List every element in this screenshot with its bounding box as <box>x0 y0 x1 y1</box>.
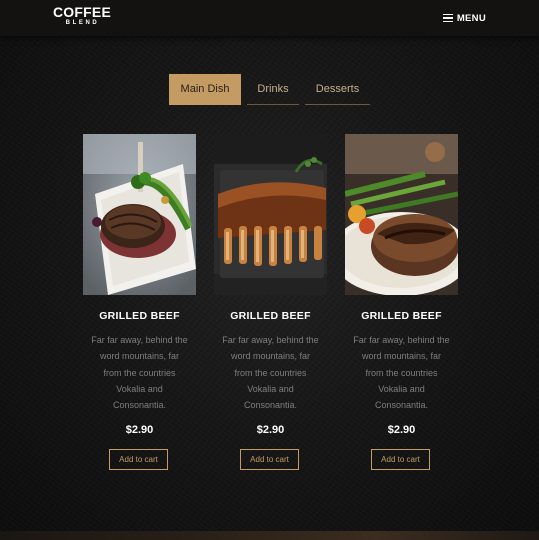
description-line: Far far away, behind the <box>91 335 188 345</box>
product-title: GRILLED BEEF <box>230 310 311 322</box>
tab-desserts[interactable]: Desserts <box>305 74 370 105</box>
description-line: from the countries <box>103 367 176 378</box>
product-card: GRILLED BEEF Far far away, behind the wo… <box>345 134 458 474</box>
product-description: Far far away, behind the word mountains,… <box>339 332 464 413</box>
product-price: $2.90 <box>125 424 154 436</box>
product-description: Far far away, behind the word mountains,… <box>77 332 202 413</box>
steak-plate-image <box>83 134 196 295</box>
add-to-cart-button[interactable]: Add to cart <box>109 449 168 470</box>
product-image[interactable] <box>214 134 327 295</box>
description-line: from the countries <box>234 367 307 378</box>
product-image[interactable] <box>345 134 458 295</box>
add-to-cart-button[interactable]: Add to cart <box>371 449 430 470</box>
description-line: Far far away, behind the <box>222 335 319 345</box>
menu-label: MENU <box>456 12 486 24</box>
product-title: GRILLED BEEF <box>99 310 180 322</box>
product-card: GRILLED BEEF Far far away, behind the wo… <box>214 134 327 474</box>
description-line: Far far away, behind the <box>353 335 450 345</box>
description-line: Vokalia and <box>247 383 294 394</box>
steak-asparagus-image <box>345 134 458 295</box>
add-to-cart-button[interactable]: Add to cart <box>240 449 299 470</box>
description-line: from the countries <box>365 367 438 378</box>
description-line: word mountains, far <box>361 351 442 362</box>
description-line: Consonantia. <box>243 400 298 411</box>
product-description: Far far away, behind the word mountains,… <box>208 332 333 413</box>
menu-category-tabs: Main Dish Drinks Desserts <box>0 74 539 106</box>
brand-tagline: BLEND <box>65 20 100 26</box>
product-card: GRILLED BEEF Far far away, behind the wo… <box>83 134 196 474</box>
next-section-edge <box>0 531 539 540</box>
tab-main-dish[interactable]: Main Dish <box>169 74 241 105</box>
description-line: word mountains, far <box>230 351 311 362</box>
hamburger-icon <box>442 14 453 22</box>
product-price: $2.90 <box>387 424 416 436</box>
brand-logo[interactable]: COFFEE BLEND <box>53 4 111 27</box>
description-line: Consonantia. <box>112 400 167 411</box>
product-price: $2.90 <box>256 424 285 436</box>
menu-button[interactable]: MENU <box>442 11 486 25</box>
navbar: COFFEE BLEND MENU <box>0 0 539 36</box>
description-line: Vokalia and <box>116 383 163 394</box>
tab-drinks[interactable]: Drinks <box>247 74 299 105</box>
product-image[interactable] <box>83 134 196 295</box>
brand-name: COFFEE <box>53 4 111 20</box>
description-line: Vokalia and <box>378 383 425 394</box>
page: COFFEE BLEND MENU Main Dish Drinks Desse… <box>0 0 539 540</box>
description-line: Consonantia. <box>374 400 429 411</box>
rack-of-beef-image <box>214 134 327 295</box>
description-line: word mountains, far <box>99 351 180 362</box>
product-title: GRILLED BEEF <box>361 310 442 322</box>
